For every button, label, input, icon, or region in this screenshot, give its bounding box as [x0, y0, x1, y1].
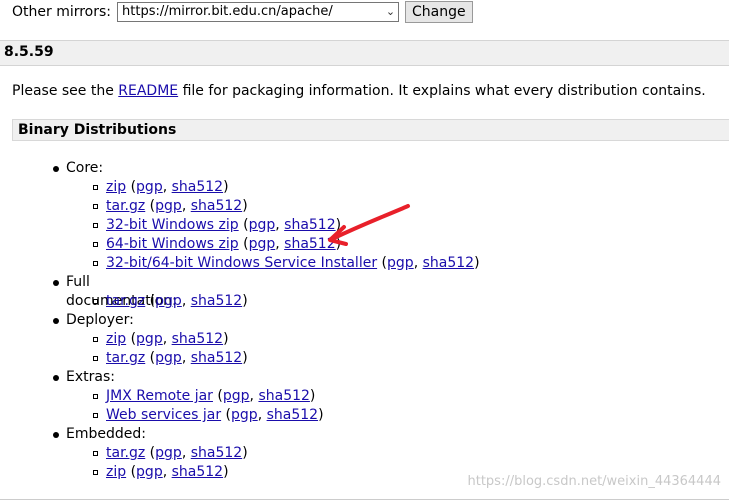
pgp-link[interactable]: pgp [155, 445, 182, 461]
extras-ws-link[interactable]: Web services jar [106, 407, 221, 423]
embedded-targz-link[interactable]: tar.gz [106, 445, 145, 461]
square-bullet-icon [93, 204, 98, 209]
annotation-arrow-icon [328, 204, 410, 246]
sha512-link[interactable]: sha512 [191, 350, 242, 366]
watermark: https://blog.csdn.net/weixin_44364444 [467, 474, 721, 489]
category-full-documentation: Full documentation: [66, 274, 177, 309]
binary-distributions-header: Binary Distributions [12, 119, 729, 141]
intro-before: Please see the [12, 83, 119, 99]
pgp-link[interactable]: pgp [223, 388, 250, 404]
list-item: tar.gz (pgp, sha512) [106, 445, 248, 461]
square-bullet-icon [93, 242, 98, 247]
mirrors-label: Other mirrors: [12, 4, 112, 20]
pgp-link[interactable]: pgp [387, 255, 414, 271]
deployer-targz-link[interactable]: tar.gz [106, 350, 145, 366]
mirror-selector-row: Other mirrors: https://mirror.bit.edu.cn… [12, 0, 473, 24]
core-zip-link[interactable]: zip [106, 179, 126, 195]
bullet-icon [53, 280, 59, 286]
square-bullet-icon [93, 223, 98, 228]
pgp-link[interactable]: pgp [136, 179, 163, 195]
category-extras: Extras: [66, 369, 115, 385]
core-win64-link[interactable]: 64-bit Windows zip [106, 236, 239, 252]
divider [0, 499, 729, 500]
binary-distributions-title: Binary Distributions [18, 122, 177, 138]
core-win32-link[interactable]: 32-bit Windows zip [106, 217, 239, 233]
list-item: tar.gz (pgp, sha512) [106, 198, 248, 214]
sha512-link[interactable]: sha512 [191, 445, 242, 461]
square-bullet-icon [93, 185, 98, 190]
change-button[interactable]: Change [405, 1, 473, 23]
bullet-icon [53, 318, 59, 324]
list-item: 32-bit Windows zip (pgp, sha512) [106, 217, 342, 233]
pgp-link[interactable]: pgp [231, 407, 258, 423]
square-bullet-icon [93, 470, 98, 475]
list-item: tar.gz (pgp, sha512) [106, 293, 248, 309]
mirror-select-value: https://mirror.bit.edu.cn/apache/ [122, 4, 333, 19]
extras-jmx-link[interactable]: JMX Remote jar [106, 388, 213, 404]
list-item: 32-bit/64-bit Windows Service Installer … [106, 255, 480, 271]
version-title: 8.5.59 [4, 44, 54, 60]
square-bullet-icon [93, 299, 98, 304]
pgp-link[interactable]: pgp [136, 331, 163, 347]
list-item: JMX Remote jar (pgp, sha512) [106, 388, 316, 404]
pgp-link[interactable]: pgp [136, 464, 163, 480]
list-item: zip (pgp, sha512) [106, 179, 229, 195]
core-targz-link[interactable]: tar.gz [106, 198, 145, 214]
bullet-icon [53, 432, 59, 438]
sha512-link[interactable]: sha512 [191, 198, 242, 214]
list-item: zip (pgp, sha512) [106, 464, 229, 480]
fulldoc-targz-link[interactable]: tar.gz [106, 293, 145, 309]
sha512-link[interactable]: sha512 [191, 293, 242, 309]
version-header: 8.5.59 [0, 40, 729, 66]
sha512-link[interactable]: sha512 [423, 255, 474, 271]
readme-link[interactable]: README [118, 83, 178, 99]
deployer-zip-link[interactable]: zip [106, 331, 126, 347]
pgp-link[interactable]: pgp [155, 293, 182, 309]
intro-after: file for packaging information. It expla… [178, 83, 706, 99]
square-bullet-icon [93, 261, 98, 266]
list-item: zip (pgp, sha512) [106, 331, 229, 347]
list-item: 64-bit Windows zip (pgp, sha512) [106, 236, 342, 252]
square-bullet-icon [93, 451, 98, 456]
category-embedded: Embedded: [66, 426, 146, 442]
square-bullet-icon [93, 413, 98, 418]
intro-text: Please see the README file for packaging… [12, 83, 706, 99]
list-item: Web services jar (pgp, sha512) [106, 407, 324, 423]
embedded-zip-link[interactable]: zip [106, 464, 126, 480]
pgp-link[interactable]: pgp [155, 350, 182, 366]
list-item: tar.gz (pgp, sha512) [106, 350, 248, 366]
category-core: Core: [66, 160, 104, 176]
bullet-icon [53, 375, 59, 381]
square-bullet-icon [93, 394, 98, 399]
sha512-link[interactable]: sha512 [172, 179, 223, 195]
square-bullet-icon [93, 337, 98, 342]
sha512-link[interactable]: sha512 [267, 407, 318, 423]
bullet-icon [53, 166, 59, 172]
sha512-link[interactable]: sha512 [172, 464, 223, 480]
square-bullet-icon [93, 356, 98, 361]
mirror-select[interactable]: https://mirror.bit.edu.cn/apache/ ⌄ [117, 2, 400, 22]
pgp-link[interactable]: pgp [249, 236, 276, 252]
sha512-link[interactable]: sha512 [258, 388, 309, 404]
sha512-link[interactable]: sha512 [172, 331, 223, 347]
core-installer-link[interactable]: 32-bit/64-bit Windows Service Installer [106, 255, 377, 271]
category-deployer: Deployer: [66, 312, 134, 328]
chevron-down-icon: ⌄ [385, 5, 396, 18]
pgp-link[interactable]: pgp [249, 217, 276, 233]
pgp-link[interactable]: pgp [155, 198, 182, 214]
